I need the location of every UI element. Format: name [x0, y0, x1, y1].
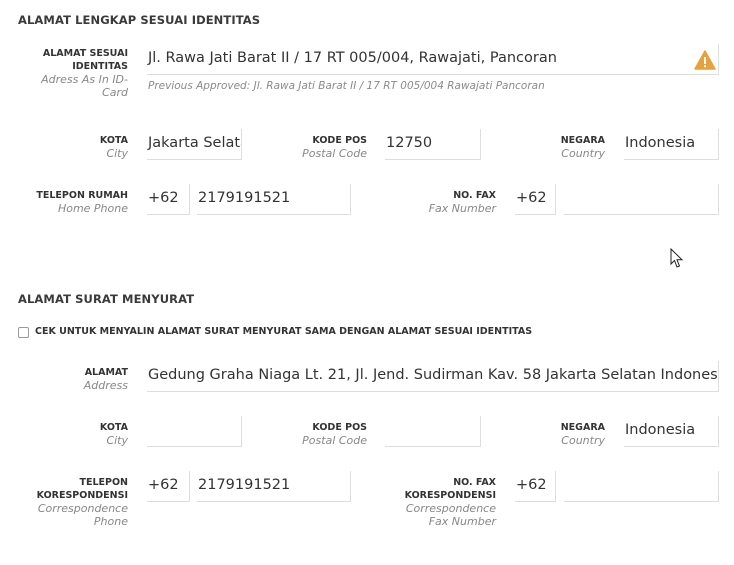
correspondence-fax-label-sub: Correspondence Fax Number: [405, 502, 496, 528]
mail-city-label-sub: City: [106, 434, 128, 447]
fax-label-sub: Fax Number: [428, 202, 496, 215]
correspondence-phone-input[interactable]: 2179191521: [197, 471, 351, 502]
mail-city-label-main: KOTA: [99, 422, 128, 433]
correspondence-phone-label-main: TELEPON KORESPONDENSI: [36, 477, 128, 501]
id-address-label-main: ALAMAT SESUAI IDENTITAS: [42, 48, 128, 72]
mail-country-label-sub: Country: [561, 434, 605, 447]
home-phone-label-main: TELEPON RUMAH: [36, 190, 128, 201]
id-city-label: KOTA City: [40, 134, 128, 160]
copy-address-checkbox[interactable]: [18, 327, 29, 338]
home-phone-country-code[interactable]: +62: [147, 184, 190, 215]
correspondence-phone-label-sub: Correspondence Phone: [37, 502, 128, 528]
home-phone-label-sub: Home Phone: [57, 202, 128, 215]
id-postal-label-sub: Postal Code: [302, 147, 367, 160]
id-postal-label-main: KODE POS: [312, 135, 367, 146]
mail-city-label: KOTA City: [40, 421, 128, 447]
previous-approved-note: Previous Approved: Jl. Rawa Jati Barat I…: [148, 80, 545, 92]
id-country-label-main: NEGARA: [560, 135, 605, 146]
fax-label: NO. FAX Fax Number: [396, 189, 496, 215]
id-city-label-main: KOTA: [99, 135, 128, 146]
id-city-label-sub: City: [106, 147, 128, 160]
mail-postal-input[interactable]: [385, 416, 481, 447]
mail-postal-label-sub: Postal Code: [302, 434, 367, 447]
id-country-label: NEGARA Country: [520, 134, 605, 160]
home-phone-label: TELEPON RUMAH Home Phone: [20, 189, 128, 215]
correspondence-fax-country-code[interactable]: +62: [515, 471, 556, 502]
home-phone-input[interactable]: 2179191521: [197, 184, 351, 215]
copy-address-checkbox-label[interactable]: CEK UNTUK MENYALIN ALAMAT SURAT MENYURAT…: [35, 326, 532, 337]
mail-address-label: ALAMAT Address: [40, 366, 128, 392]
correspondence-fax-label: NO. FAX KORESPONDENSI Correspondence Fax…: [386, 476, 496, 528]
correspondence-phone-label: TELEPON KORESPONDENSI Correspondence Pho…: [20, 476, 128, 528]
mail-postal-label: KODE POS Postal Code: [270, 421, 367, 447]
id-city-input[interactable]: Jakarta Selatan: [147, 129, 242, 160]
mouse-cursor-icon: [670, 248, 684, 268]
correspondence-fax-label-main: NO. FAX KORESPONDENSI: [404, 477, 496, 501]
correspondence-phone-country-code[interactable]: +62: [147, 471, 190, 502]
id-country-label-sub: Country: [561, 147, 605, 160]
mail-country-label-main: NEGARA: [560, 422, 605, 433]
mail-city-input[interactable]: [147, 416, 242, 447]
id-address-label: ALAMAT SESUAI IDENTITAS Adress As In ID-…: [20, 47, 128, 99]
mail-postal-label-main: KODE POS: [312, 422, 367, 433]
mail-address-section-title: ALAMAT SURAT MENYURAT: [18, 292, 195, 306]
fax-country-code[interactable]: +62: [515, 184, 556, 215]
id-postal-label: KODE POS Postal Code: [270, 134, 367, 160]
fax-label-main: NO. FAX: [453, 190, 496, 201]
mail-address-label-sub: Address: [83, 379, 128, 392]
mail-country-input[interactable]: Indonesia: [624, 416, 719, 447]
mail-country-label: NEGARA Country: [520, 421, 605, 447]
mail-address-input[interactable]: Gedung Graha Niaga Lt. 21, Jl. Jend. Sud…: [147, 361, 719, 392]
correspondence-fax-input[interactable]: [564, 471, 719, 502]
id-address-label-sub: Adress As In ID-Card: [41, 73, 128, 99]
id-address-section-title: ALAMAT LENGKAP SESUAI IDENTITAS: [18, 13, 261, 27]
id-country-input[interactable]: Indonesia: [624, 129, 719, 160]
warning-icon: [694, 50, 716, 70]
fax-input[interactable]: [564, 184, 719, 215]
id-address-input[interactable]: Jl. Rawa Jati Barat II / 17 RT 005/004, …: [147, 44, 719, 75]
id-postal-input[interactable]: 12750: [385, 129, 481, 160]
mail-address-label-main: ALAMAT: [84, 367, 128, 378]
